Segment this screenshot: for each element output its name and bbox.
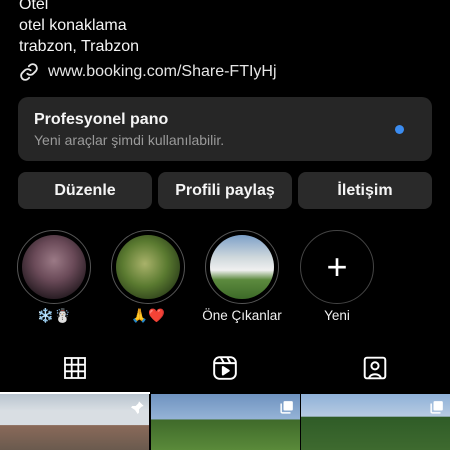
link-url[interactable]: www.booking.com/Share-FTIyHj xyxy=(48,63,277,81)
post-thumbnail[interactable] xyxy=(0,394,149,450)
profile-bio: Otel otel konaklama trabzon, Trabzon xyxy=(19,0,139,57)
tab-posts[interactable] xyxy=(0,348,150,392)
highlight-cover xyxy=(17,230,91,304)
carousel-icon xyxy=(279,400,294,414)
highlight-cover xyxy=(205,230,279,304)
post-thumbnail[interactable] xyxy=(150,394,300,450)
reels-icon xyxy=(212,355,238,386)
profile-tabs xyxy=(0,348,450,394)
pin-icon xyxy=(129,400,144,415)
share-profile-button[interactable]: Profili paylaş xyxy=(158,172,292,209)
post-thumbnail[interactable] xyxy=(301,394,450,450)
grid-icon xyxy=(63,356,87,385)
highlight-item[interactable]: Öne Çıkanlar xyxy=(202,230,282,323)
highlight-cover: + xyxy=(300,230,374,304)
notification-dot xyxy=(395,125,404,134)
link-icon xyxy=(19,62,39,82)
plus-icon: + xyxy=(326,246,348,287)
highlight-cover xyxy=(111,230,185,304)
tab-tagged[interactable] xyxy=(300,348,450,392)
professional-dashboard[interactable]: Profesyonel pano Yeni araçlar şimdi kull… xyxy=(18,97,432,161)
highlight-item[interactable]: ❄️☃️ xyxy=(17,230,91,324)
dashboard-subtitle: Yeni araçlar şimdi kullanılabilir. xyxy=(34,132,225,148)
highlight-caption: Yeni xyxy=(324,308,350,323)
tab-reels[interactable] xyxy=(150,348,300,392)
edit-profile-button[interactable]: Düzenle xyxy=(18,172,152,209)
highlight-item[interactable]: 🙏❤️ xyxy=(111,230,185,324)
bio-line: otel konaklama xyxy=(19,17,127,34)
bio-location: trabzon, Trabzon xyxy=(19,38,140,55)
bio-category: Otel xyxy=(19,0,49,13)
contact-button[interactable]: İletişim xyxy=(298,172,432,209)
tagged-icon xyxy=(362,355,388,386)
dashboard-title: Profesyonel pano xyxy=(34,111,169,128)
carousel-icon xyxy=(430,400,444,414)
new-highlight-button[interactable]: + Yeni xyxy=(300,230,374,323)
post-grid xyxy=(0,394,450,450)
profile-actions: Düzenle Profili paylaş İletişim xyxy=(18,172,432,209)
profile-link[interactable]: www.booking.com/Share-FTIyHj xyxy=(19,61,277,83)
